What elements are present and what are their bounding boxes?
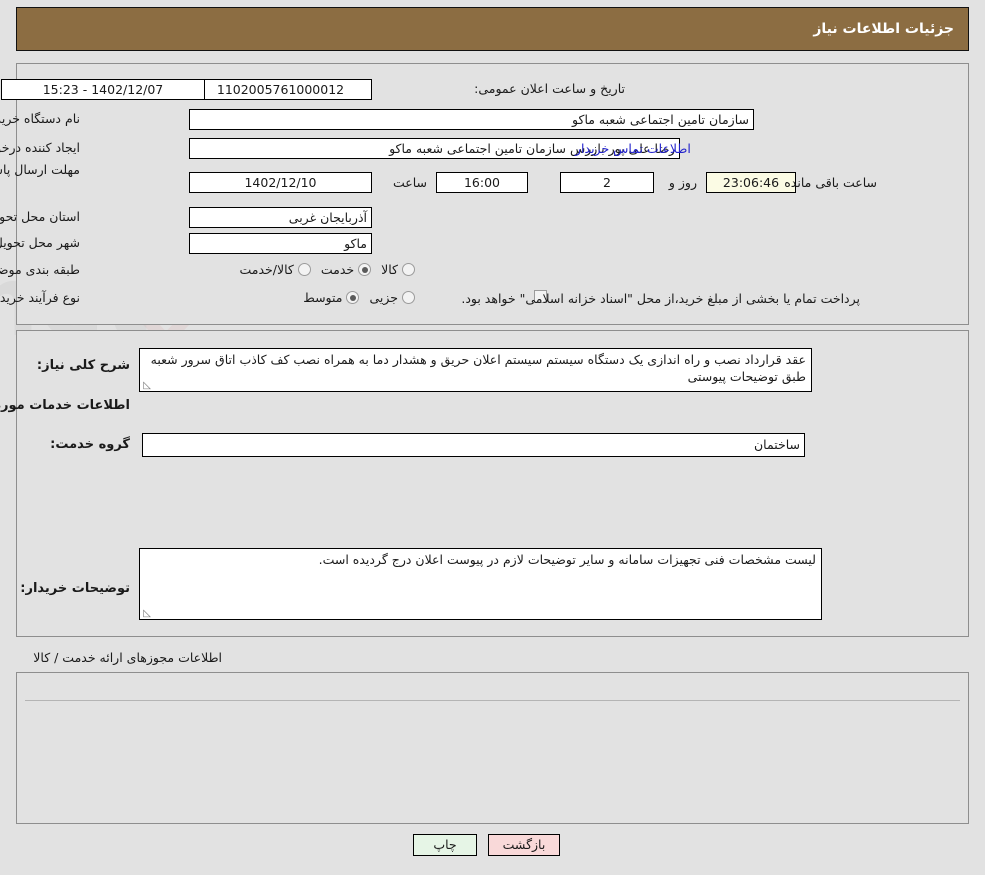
requester-label: ایجاد کننده درخواست:	[0, 140, 80, 155]
process-row: نوع فرآیند خرید :	[0, 290, 80, 305]
process-radio-motevaset[interactable]	[346, 291, 360, 304]
deadline-date-value: 1402/12/10	[189, 172, 372, 193]
announce-datetime-value: 1402/12/07 - 15:23	[1, 79, 205, 100]
service-group-label: گروه خدمت:	[50, 437, 130, 452]
licenses-section-title: اطلاعات مجوزهای ارائه خدمت / کالا	[33, 650, 222, 665]
process-radio-group: جزیی متوسط	[293, 290, 415, 305]
process-radio-jozii[interactable]	[402, 291, 415, 304]
deadline-time-value: 16:00	[436, 172, 528, 193]
city-value: ماکو	[189, 233, 372, 254]
resize-grip-icon[interactable]: ◺	[142, 381, 151, 391]
category-radio-kala[interactable]	[402, 263, 415, 276]
category-label-kala: کالا	[381, 262, 398, 277]
buyer-org-value: سازمان تامین اجتماعی شعبه ماکو	[189, 109, 754, 130]
category-label: طبقه بندی موضوعی:	[0, 262, 80, 277]
deadline-hour-label: ساعت	[392, 175, 427, 190]
page-title: جزئیات اطلاعات نیاز	[813, 21, 954, 37]
category-row: طبقه بندی موضوعی:	[0, 262, 80, 277]
buyer-org-row: نام دستگاه خریدار:	[0, 111, 80, 126]
buyer-notes-textarea[interactable]: لیست مشخصات فنی تجهیزات سامانه و سایر تو…	[139, 548, 822, 620]
need-summary-label: شرح کلی نیاز:	[36, 358, 130, 373]
deadline-row: مهلت ارسال پاسخ: تا تاریخ:	[0, 162, 80, 178]
licenses-panel	[16, 672, 969, 824]
buyer-notes-value: لیست مشخصات فنی تجهیزات سامانه و سایر تو…	[318, 552, 816, 567]
buyer-contact-link[interactable]: اطلاعات تماس خریدار	[575, 141, 691, 156]
treasury-note: پرداخت تمام یا بخشی از مبلغ خرید،از محل …	[461, 291, 860, 306]
city-row: شهر محل تحویل:	[0, 235, 80, 250]
announce-datetime-row: تاریخ و ساعت اعلان عمومی:	[474, 81, 625, 96]
countdown-value: 23:06:46	[706, 172, 796, 193]
print-button[interactable]: چاپ	[413, 834, 477, 856]
process-label-motevaset: متوسط	[303, 290, 343, 305]
category-radio-kala-khedmat[interactable]	[297, 263, 311, 276]
back-button[interactable]: بازگشت	[488, 834, 560, 856]
need-summary-textarea[interactable]: عقد قرارداد نصب و راه اندازی یک دستگاه س…	[139, 348, 812, 392]
announce-datetime-label: تاریخ و ساعت اعلان عمومی:	[474, 81, 625, 96]
page-header: جزئیات اطلاعات نیاز	[16, 7, 969, 51]
remaining-time-label: ساعت باقی مانده	[784, 175, 877, 190]
category-radio-group: کالا خدمت کالا/خدمت	[229, 262, 415, 277]
province-label: استان محل تحویل:	[0, 209, 80, 224]
city-label: شهر محل تحویل:	[0, 235, 80, 250]
licenses-divider	[25, 700, 960, 701]
service-group-value: ساختمان	[142, 433, 805, 457]
category-radio-khedmat[interactable]	[358, 263, 372, 276]
process-label: نوع فرآیند خرید :	[0, 290, 80, 305]
deadline-label: مهلت ارسال پاسخ: تا تاریخ:	[0, 162, 80, 177]
remaining-days-label: روز و	[668, 175, 697, 190]
remaining-days-value: 2	[560, 172, 654, 193]
province-row: استان محل تحویل:	[0, 209, 80, 224]
services-info-title: اطلاعات خدمات مورد نیاز	[0, 398, 130, 413]
province-value: آذربایجان غربی	[189, 207, 372, 228]
need-info-panel	[16, 63, 969, 325]
need-number-value: 1102005761000012	[189, 79, 372, 100]
process-label-jozii: جزیی	[369, 290, 398, 305]
requester-row: ایجاد کننده درخواست:	[0, 140, 80, 155]
category-label-khedmat: خدمت	[320, 262, 355, 277]
buyer-notes-label: توضیحات خریدار:	[20, 581, 130, 596]
resize-grip-icon-2[interactable]: ◺	[142, 609, 151, 619]
need-summary-value: عقد قرارداد نصب و راه اندازی یک دستگاه س…	[150, 352, 806, 384]
category-label-kala-khedmat: کالا/خدمت	[239, 262, 294, 277]
buyer-org-label: نام دستگاه خریدار:	[0, 111, 80, 126]
